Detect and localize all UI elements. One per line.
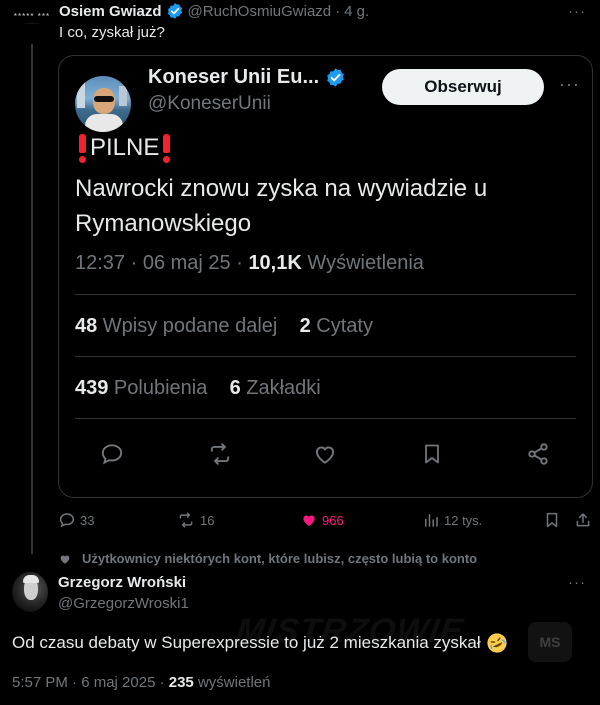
views-chart-icon [422,511,440,529]
reposts-stat[interactable]: 48 Wpisy podane dalej [75,315,277,337]
top-like-action[interactable]: 966 [300,511,344,529]
reply-timestamp[interactable]: 5:57 PM · 6 maj 2025 · [12,674,169,691]
verified-badge-icon [166,2,184,20]
repost-icon[interactable] [206,441,234,467]
repost-count: 16 [200,512,215,528]
quoted-author-avatar[interactable] [75,76,131,132]
reply-tweet-text: Od czasu debaty w Superexpressie to już … [12,632,508,654]
reply-author-handle[interactable]: @GrzegorzWroski1 [58,595,189,612]
divider [75,418,576,419]
reply-text-content: Od czasu debaty w Superexpressie to już … [12,633,481,652]
likes-stat[interactable]: 439 Polubienia [75,377,207,399]
quoted-stats-row-2: 439 Polubienia 6 Zakładki [75,377,321,400]
top-reply-action[interactable]: 33 [58,511,94,529]
quoted-author-name[interactable]: Koneser Unii Eu... [148,66,319,89]
reply-views-label: wyświetleń [193,674,271,691]
reply-author-name[interactable]: Grzegorz Wroński [58,574,186,591]
social-context-note: Użytkownicy niektórych kont, które lubis… [58,551,477,566]
follow-button[interactable]: Obserwuj [382,69,544,105]
avatar-subtext: ............ [25,20,39,25]
top-tweet-more-button[interactable]: ··· [568,3,586,20]
quoted-author-handle[interactable]: @KoneserUnii [148,93,271,115]
headline-text: PILNE [90,134,160,161]
thread-line [31,44,33,554]
views-count: 10,1K [248,252,302,274]
rofl-emoji-icon [486,632,508,654]
like-count: 966 [322,512,344,528]
reply-views-count: 235 [168,674,194,691]
reply-count: 33 [80,512,95,528]
reply-more-button[interactable]: ··· [568,574,586,591]
reply-tweet-meta: 5:57 PM · 6 maj 2025 · 235 wyświetleń [12,674,270,691]
top-tweet-avatar[interactable]: ***** *** ............ [12,0,52,36]
repost-icon [176,511,196,529]
quoted-stats-row-1: 48 Wpisy podane dalej 2 Cytaty [75,315,373,338]
exclamation-emoji-icon [78,134,87,163]
reply-icon [58,511,76,529]
share-upload-icon [574,511,592,529]
watermark-badge: MS [528,622,572,662]
divider [75,356,576,357]
liked-heart-icon [300,511,318,529]
quoted-author-row: Koneser Unii Eu... [148,66,346,89]
top-tweet-text: I co, zyskał już? [59,24,165,41]
top-repost-action[interactable]: 16 [176,511,214,529]
quoted-tweet-meta: 12:37 · 06 maj 25 · 10,1K Wyświetlenia [75,252,424,275]
bookmark-icon [543,511,561,529]
share-icon[interactable] [525,441,551,467]
reply-icon[interactable] [99,441,125,467]
top-tweet-header: Osiem Gwiazd @RuchOsmiuGwiazd · 4 g. [59,2,369,20]
bookmark-icon[interactable] [420,441,444,467]
exclamation-emoji-icon [162,134,171,163]
top-tweet-author-name[interactable]: Osiem Gwiazd [59,3,162,20]
verified-badge-icon [325,67,346,88]
quoted-tweet-text: Nawrocki znowu zyska na wywiadzie u Ryma… [75,175,488,237]
top-tweet-handle[interactable]: @RuchOsmiuGwiazd [188,3,332,20]
social-context-text: Użytkownicy niektórych kont, które lubis… [82,551,478,566]
quoted-headline: PILNE [75,134,174,163]
views-label: Wyświetlenia [301,252,424,274]
quoted-more-button[interactable]: ··· [559,74,580,95]
quoted-tweet-card[interactable]: Koneser Unii Eu... @KoneserUnii Obserwuj… [58,55,593,498]
divider [75,294,576,295]
dot-separator: · [335,2,341,20]
bookmarks-stat[interactable]: 6 Zakładki [230,377,321,399]
heart-icon [58,552,72,566]
quotes-stat[interactable]: 2 Cytaty [300,315,373,337]
views-count: 12 tys. [444,512,483,528]
like-icon[interactable] [312,441,338,467]
quoted-timestamp[interactable]: 12:37 · 06 maj 25 · [75,252,248,274]
top-share-action[interactable] [574,511,592,529]
top-views-action[interactable]: 12 tys. [422,511,482,529]
reply-author-avatar[interactable] [12,572,48,612]
top-bookmark-action[interactable] [543,511,561,529]
top-tweet-time[interactable]: 4 g. [344,3,369,20]
